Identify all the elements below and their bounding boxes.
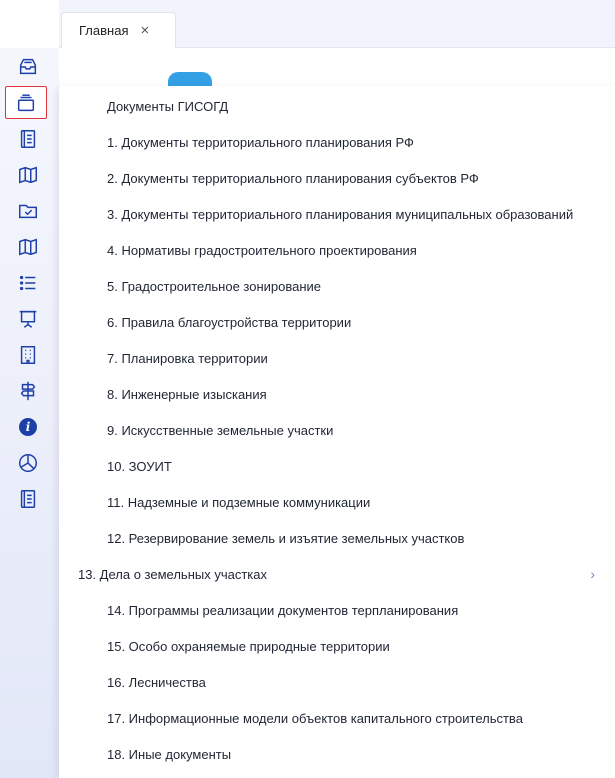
menu-item-gisogd[interactable]: Документы ГИСОГД [107,97,228,117]
menu-item[interactable]: 5. Градостроительное зонирование [107,277,321,297]
documents-dropdown-menu: Документы ГИСОГД 1. Документы территориа… [59,86,615,778]
menu-item[interactable]: 8. Инженерные изыскания [107,385,267,405]
menu-item[interactable]: 11. Надземные и подземные коммуникации [107,493,370,513]
menu-item[interactable]: 10. ЗОУИТ [107,457,172,477]
map-icon[interactable] [14,162,42,188]
menu-item[interactable]: 14. Программы реализации документов терп… [107,601,458,621]
menu-item[interactable]: 3. Документы территориального планирован… [107,205,573,225]
menu-item[interactable]: 7. Планировка территории [107,349,268,369]
menu-item[interactable]: 17. Информационные модели объектов капит… [107,709,523,729]
close-icon[interactable]: × [140,22,149,39]
pie-chart-icon[interactable] [14,450,42,476]
tab-bar: Главная × [59,0,615,48]
menu-item[interactable]: 15. Особо охраняемые природные территори… [107,637,390,657]
chevron-right-icon[interactable]: › [590,566,595,582]
menu-item[interactable]: 2. Документы территориального планирован… [107,169,479,189]
menu-item[interactable]: 6. Правила благоустройства территории [107,313,351,333]
menu-item[interactable]: 1. Документы территориального планирован… [107,133,414,153]
document-list-icon[interactable] [14,126,42,152]
menu-item[interactable]: 9. Искусственные земельные участки [107,421,333,441]
map-icon[interactable] [14,234,42,260]
document-list-icon[interactable] [14,486,42,512]
tab-home[interactable]: Главная × [61,12,176,48]
sidebar: i [0,0,59,778]
signpost-icon[interactable] [14,378,42,404]
presentation-board-icon[interactable] [14,306,42,332]
menu-item-land-cases[interactable]: 13. Дела о земельных участках [78,565,267,585]
tab-label: Главная [79,23,129,38]
menu-item[interactable]: 16. Лесничества [107,673,206,693]
menu-item[interactable]: 12. Резервирование земель и изъятие земе… [107,529,464,549]
menu-item[interactable]: 18. Иные документы [107,745,231,765]
inbox-icon[interactable] [14,54,42,80]
sidebar-top-spacer [0,0,59,48]
building-icon[interactable] [14,342,42,368]
info-icon[interactable]: i [14,414,42,440]
list-icon[interactable] [14,270,42,296]
layers-icon[interactable] [5,86,47,119]
folder-check-icon[interactable] [14,198,42,224]
menu-item[interactable]: 4. Нормативы градостроительного проектир… [107,241,417,261]
